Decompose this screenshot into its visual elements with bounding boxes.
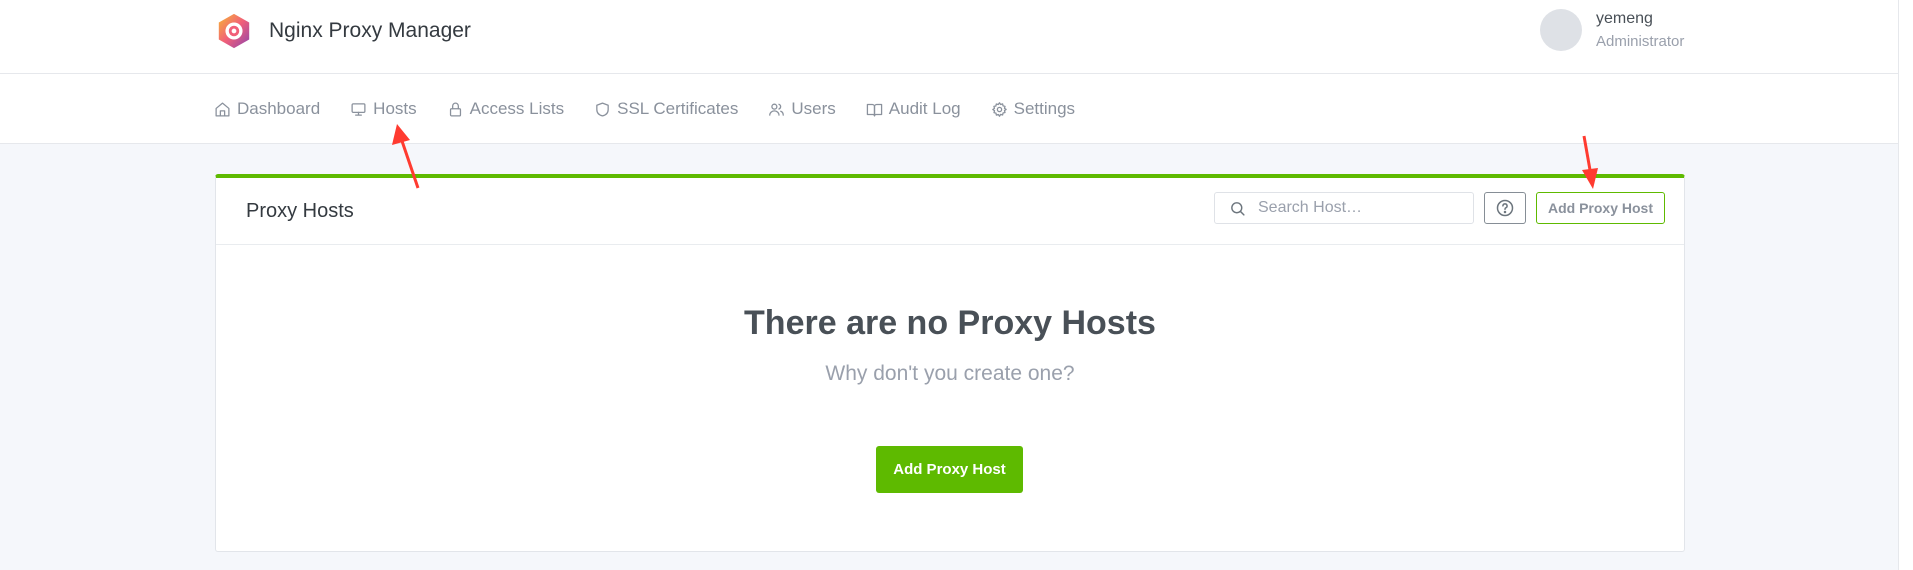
- lock-icon: [449, 102, 461, 117]
- user-name: yemeng: [1596, 10, 1653, 27]
- search-box[interactable]: [1214, 192, 1474, 224]
- nav-item-label: Users: [791, 99, 836, 118]
- proxy-hosts-card: Proxy Hosts Add Proxy Host There are no …: [215, 174, 1685, 552]
- nav-item-dashboard[interactable]: Dashboard: [214, 99, 320, 119]
- add-proxy-host-header-button[interactable]: Add Proxy Host: [1536, 192, 1665, 224]
- nav-item-label: Audit Log: [888, 99, 961, 118]
- book-icon: [866, 103, 883, 117]
- add-proxy-host-button[interactable]: Add Proxy Host: [876, 446, 1023, 493]
- home-icon: [215, 101, 230, 117]
- nav-item-label: SSL Certificates: [617, 99, 739, 118]
- nav-item-label: Access Lists: [469, 99, 565, 118]
- main-nav: Dashboard Hosts Access Lists SSL Certifi…: [214, 74, 1075, 144]
- nav-item-access-lists[interactable]: Access Lists: [447, 99, 564, 119]
- top-bar: Nginx Proxy Manager yemeng Administrator: [0, 0, 1913, 74]
- avatar[interactable]: [1540, 9, 1582, 51]
- empty-state-subtitle: Why don't you create one?: [825, 362, 1075, 385]
- card-header: Proxy Hosts Add Proxy Host: [216, 178, 1684, 245]
- help-button[interactable]: [1484, 192, 1526, 224]
- question-circle-icon: [1496, 199, 1514, 217]
- search-icon: [1231, 201, 1245, 216]
- user-menu[interactable]: yemeng Administrator: [1540, 9, 1684, 51]
- npm-hexagon-logo-icon: [218, 13, 250, 49]
- nav-item-label: Settings: [1013, 99, 1076, 118]
- card-title: Proxy Hosts: [246, 200, 354, 222]
- users-icon: [769, 103, 785, 116]
- brand[interactable]: Nginx Proxy Manager: [215, 12, 471, 50]
- vertical-scrollbar[interactable]: [1898, 0, 1913, 570]
- app-title: Nginx Proxy Manager: [269, 19, 471, 42]
- nav-item-label: Dashboard: [237, 99, 321, 118]
- gear-icon: [991, 101, 1007, 117]
- search-input[interactable]: [1258, 199, 1448, 217]
- nav-item-settings[interactable]: Settings: [991, 99, 1075, 119]
- shield-icon: [596, 101, 609, 117]
- nav-item-hosts[interactable]: Hosts: [350, 99, 417, 119]
- nav-item-label: Hosts: [373, 99, 417, 118]
- nav-item-audit-log[interactable]: Audit Log: [866, 99, 961, 119]
- user-role: Administrator: [1596, 33, 1685, 50]
- monitor-icon: [351, 102, 366, 116]
- nav-bar: Dashboard Hosts Access Lists SSL Certifi…: [0, 74, 1913, 144]
- empty-state-title: There are no Proxy Hosts: [744, 304, 1156, 342]
- nav-item-ssl-certificates[interactable]: SSL Certificates: [594, 99, 738, 119]
- nav-item-users[interactable]: Users: [768, 99, 836, 119]
